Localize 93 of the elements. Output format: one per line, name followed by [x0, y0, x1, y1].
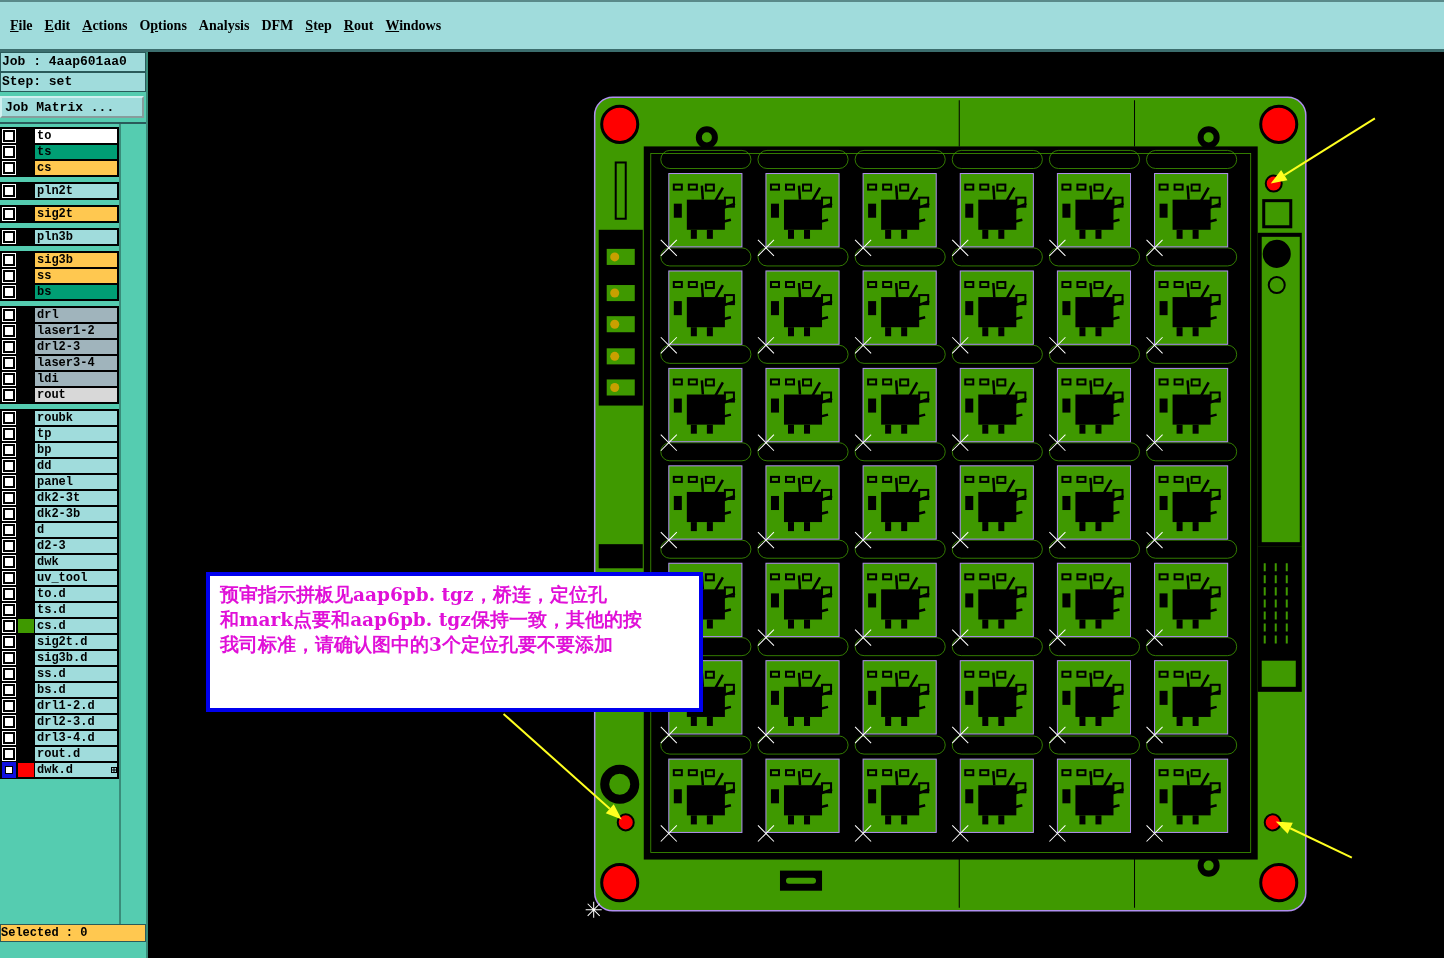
layer-checkbox[interactable] [2, 506, 16, 522]
layer-name[interactable]: pln2t [35, 184, 117, 198]
layer-name[interactable]: laser3-4 [35, 356, 117, 370]
menu-item[interactable]: Windows [379, 15, 448, 36]
layer-name[interactable]: dd [35, 459, 117, 473]
layer-checkbox[interactable] [2, 410, 16, 426]
layer-name[interactable]: bp [35, 443, 117, 457]
layer-name[interactable]: roubk [35, 411, 117, 425]
layer-name[interactable]: drl3-4.d [35, 731, 117, 745]
layer-checkbox[interactable] [2, 442, 16, 458]
layer-checkbox[interactable] [2, 307, 16, 323]
layer-name[interactable]: ss.d [35, 667, 117, 681]
layer-checkbox[interactable] [2, 371, 16, 387]
layer-name[interactable]: dk2-3b [35, 507, 117, 521]
layer-name[interactable]: drl [35, 308, 117, 322]
job-label: Job : 4aap601aa0 [0, 52, 146, 72]
layer-name[interactable]: sig2t [35, 207, 117, 221]
layer-checkbox[interactable] [2, 746, 16, 762]
menu-item[interactable]: Step [299, 15, 338, 36]
layer-name[interactable]: laser1-2 [35, 324, 117, 338]
layer-name[interactable]: bs [35, 285, 117, 299]
layer-checkbox[interactable] [2, 650, 16, 666]
layer-name[interactable]: drl2-3.d [35, 715, 117, 729]
menu-item[interactable]: Actions [76, 15, 134, 36]
layer-checkbox[interactable] [2, 730, 16, 746]
layer-checkbox[interactable] [2, 252, 16, 268]
layer-name[interactable]: d [35, 523, 117, 537]
layer-checkbox[interactable] [2, 160, 16, 176]
layer-name[interactable]: to.d [35, 587, 117, 601]
layer-name[interactable]: cs.d [35, 619, 117, 633]
layer-name[interactable]: sig3b.d [35, 651, 117, 665]
layer-checkbox[interactable] [2, 586, 16, 602]
layer-checkbox[interactable] [2, 268, 16, 284]
layer-checkbox[interactable] [2, 229, 16, 245]
layer-name[interactable]: d2-3 [35, 539, 117, 553]
layer-name[interactable]: dwk [35, 555, 117, 569]
menu-item[interactable]: DFM [255, 15, 300, 36]
layer-checkbox[interactable] [2, 144, 16, 160]
layer-name[interactable]: ldi [35, 372, 117, 386]
menu-item[interactable]: Options [133, 15, 193, 36]
layer-checkbox[interactable] [2, 474, 16, 490]
menu-item[interactable]: File [4, 15, 39, 36]
layer-checkbox[interactable] [2, 554, 16, 570]
layer-checkbox[interactable] [2, 426, 16, 442]
layer-name[interactable]: drl2-3 [35, 340, 117, 354]
layer-checkbox[interactable] [2, 666, 16, 682]
menu-item[interactable]: Edit [38, 15, 77, 36]
layer-name[interactable]: ts.d [35, 603, 117, 617]
layer-checkbox[interactable] [2, 387, 16, 403]
step-label: Step: set [0, 72, 146, 92]
layer-name[interactable]: sig3b [35, 253, 117, 267]
layer-checkbox[interactable] [2, 714, 16, 730]
layer-name[interactable]: tp [35, 427, 117, 441]
layer-name[interactable]: sig2t.d [35, 635, 117, 649]
job-matrix-button[interactable]: Job Matrix ... [0, 96, 144, 118]
layer-name[interactable]: pln3b [35, 230, 117, 244]
menu-item[interactable]: Analysis [192, 15, 256, 36]
layer-checkbox[interactable] [2, 458, 16, 474]
layer-name[interactable]: ss [35, 269, 117, 283]
layer-name[interactable]: cs [35, 161, 117, 175]
note-line: 我司标准，请确认图中的3个定位孔要不要添加 [220, 633, 614, 657]
layer-name[interactable]: dwk.d [35, 763, 117, 777]
note-line: 预审指示拼板见aap6pb. tgz，桥连，定位孔 [220, 583, 608, 607]
layer-name[interactable]: panel [35, 475, 117, 489]
layer-name[interactable]: to [35, 129, 117, 143]
layer-checkbox[interactable] [2, 570, 16, 586]
layer-name[interactable]: rout.d [35, 747, 117, 761]
layer-checkbox[interactable] [2, 339, 16, 355]
layer-checkbox[interactable] [2, 602, 16, 618]
layer-name[interactable]: uv_tool [35, 571, 117, 585]
layer-checkbox[interactable] [2, 618, 16, 634]
note-line: 和mark点要和aap6pb. tgz保持一致，其他的按 [220, 608, 643, 632]
layer-checkbox[interactable] [2, 762, 16, 778]
layer-checkbox[interactable] [2, 284, 16, 300]
layer-checkbox[interactable] [2, 490, 16, 506]
selected-count: Selected : 0 [0, 924, 146, 942]
layer-name[interactable]: bs.d [35, 683, 117, 697]
layer-checkbox[interactable] [2, 698, 16, 714]
expand-icon[interactable] [111, 767, 117, 773]
menu-item[interactable]: Rout [337, 15, 380, 36]
layer-name[interactable]: ts [35, 145, 117, 159]
layer-checkbox[interactable] [2, 634, 16, 650]
layer-name[interactable]: rout [35, 388, 117, 402]
layer-checkbox[interactable] [2, 522, 16, 538]
layer-checkbox[interactable] [2, 682, 16, 698]
layer-name[interactable]: drl1-2.d [35, 699, 117, 713]
layer-checkbox[interactable] [2, 206, 16, 222]
layer-checkbox[interactable] [2, 183, 16, 199]
layer-checkbox[interactable] [2, 538, 16, 554]
layer-checkbox[interactable] [2, 323, 16, 339]
layer-checkbox[interactable] [2, 128, 16, 144]
layer-name[interactable]: dk2-3t [35, 491, 117, 505]
layer-checkbox[interactable] [2, 355, 16, 371]
